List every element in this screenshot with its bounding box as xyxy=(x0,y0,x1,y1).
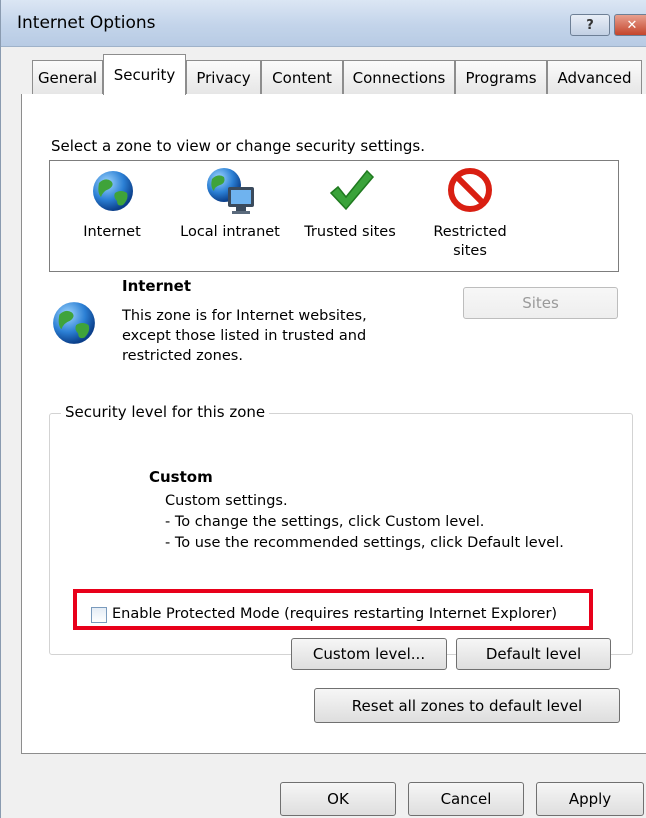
sites-button[interactable]: Sites xyxy=(463,287,618,319)
reset-all-zones-button[interactable]: Reset all zones to default level xyxy=(314,688,620,723)
tab-connections[interactable]: Connections xyxy=(343,60,455,94)
zone-internet[interactable]: Internet xyxy=(66,161,158,267)
internet-options-window: Internet Options ? ✕ General Security Pr… xyxy=(0,0,646,818)
level-line: - To use the recommended settings, click… xyxy=(165,535,564,551)
description-line: This zone is for Internet websites, xyxy=(122,308,367,324)
zone-restricted-sites[interactable]: Restricted sites xyxy=(415,161,525,267)
selected-zone-globe-icon xyxy=(53,302,95,344)
custom-level-button[interactable]: Custom level... xyxy=(291,638,447,670)
tab-privacy[interactable]: Privacy xyxy=(186,60,261,94)
checkmark-icon xyxy=(329,169,375,211)
zone-internet-label: Internet xyxy=(83,224,141,240)
tab-content[interactable]: Content xyxy=(261,60,343,94)
description-line: restricted zones. xyxy=(122,348,243,364)
selected-zone-title: Internet xyxy=(122,277,192,295)
level-line: - To change the settings, click Custom l… xyxy=(165,514,485,530)
level-line: Custom settings. xyxy=(165,493,288,509)
default-level-button[interactable]: Default level xyxy=(456,638,611,670)
security-level-title: Custom xyxy=(149,468,213,486)
zone-trusted-sites-label: Trusted sites xyxy=(304,224,396,240)
protected-mode-checkbox[interactable] xyxy=(91,607,107,623)
cancel-button[interactable]: Cancel xyxy=(408,782,524,816)
tab-general[interactable]: General xyxy=(32,60,103,94)
apply-button[interactable]: Apply xyxy=(536,782,644,816)
protected-mode-label[interactable]: Enable Protected Mode (requires restarti… xyxy=(112,606,557,622)
tab-security[interactable]: Security xyxy=(103,54,186,95)
description-line: except those listed in trusted and xyxy=(122,328,367,344)
zone-instruction: Select a zone to view or change security… xyxy=(51,137,426,155)
zone-local-intranet-label: Local intranet xyxy=(180,224,280,240)
selected-zone-description: This zone is for Internet websites, exce… xyxy=(122,306,367,366)
tab-advanced[interactable]: Advanced xyxy=(547,60,642,94)
zone-trusted-sites[interactable]: Trusted sites xyxy=(295,161,405,267)
security-level-legend: Security level for this zone xyxy=(61,403,270,421)
window-title: Internet Options xyxy=(17,13,156,33)
help-button[interactable]: ? xyxy=(570,14,610,36)
no-entry-icon xyxy=(448,168,492,212)
intranet-icon xyxy=(207,168,254,214)
globe-icon xyxy=(93,171,133,211)
title-bar[interactable]: Internet Options ? ✕ xyxy=(1,0,646,47)
ok-button[interactable]: OK xyxy=(280,782,396,816)
security-level-description: Custom settings. - To change the setting… xyxy=(165,491,564,554)
close-button[interactable]: ✕ xyxy=(614,14,646,36)
tab-programs[interactable]: Programs xyxy=(455,60,547,94)
zone-list: Internet Local intranet Trusted sites Re… xyxy=(49,160,619,272)
zone-local-intranet[interactable]: Local intranet xyxy=(170,161,290,267)
zone-restricted-sites-label: Restricted sites xyxy=(433,224,507,259)
